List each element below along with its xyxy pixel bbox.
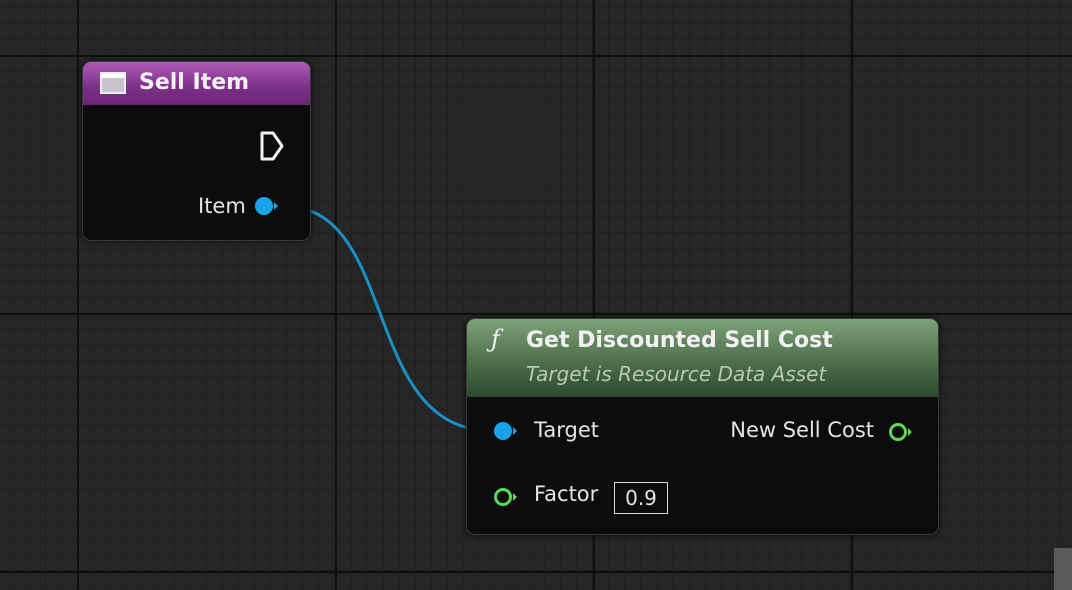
float-pin-icon[interactable]: [888, 422, 912, 442]
sell-item-title: Sell Item: [139, 70, 250, 95]
factor-pin-label: Factor: [534, 482, 599, 506]
exec-pin-icon[interactable]: [259, 130, 285, 162]
item-pin-label: Item: [198, 194, 246, 218]
get-discounted-sell-cost-node[interactable]: ƒ Get Discounted Sell Cost Target is Res…: [466, 318, 939, 535]
new-sell-cost-pin-label: New Sell Cost: [730, 418, 874, 442]
function-icon: ƒ: [491, 325, 500, 353]
sell-item-header[interactable]: Sell Item: [83, 62, 310, 105]
factor-value-input[interactable]: 0.9: [614, 482, 668, 514]
object-pin-icon[interactable]: [493, 421, 517, 441]
function-subtitle: Target is Resource Data Asset: [526, 362, 827, 386]
function-title: Get Discounted Sell Cost: [526, 328, 833, 353]
function-header[interactable]: ƒ Get Discounted Sell Cost Target is Res…: [467, 319, 938, 397]
target-pin-label: Target: [534, 418, 599, 442]
float-pin-icon[interactable]: [493, 487, 517, 507]
sell-item-event-node[interactable]: Sell Item Item: [82, 61, 311, 241]
event-node-icon: [100, 72, 126, 94]
scrollbar-thumb[interactable]: [1054, 548, 1072, 590]
object-pin-icon[interactable]: [254, 196, 278, 216]
blueprint-graph-canvas[interactable]: Sell Item Item ƒ Get Discounted Sell Cos…: [0, 0, 1072, 590]
item-to-target-wire[interactable]: [282, 204, 493, 433]
